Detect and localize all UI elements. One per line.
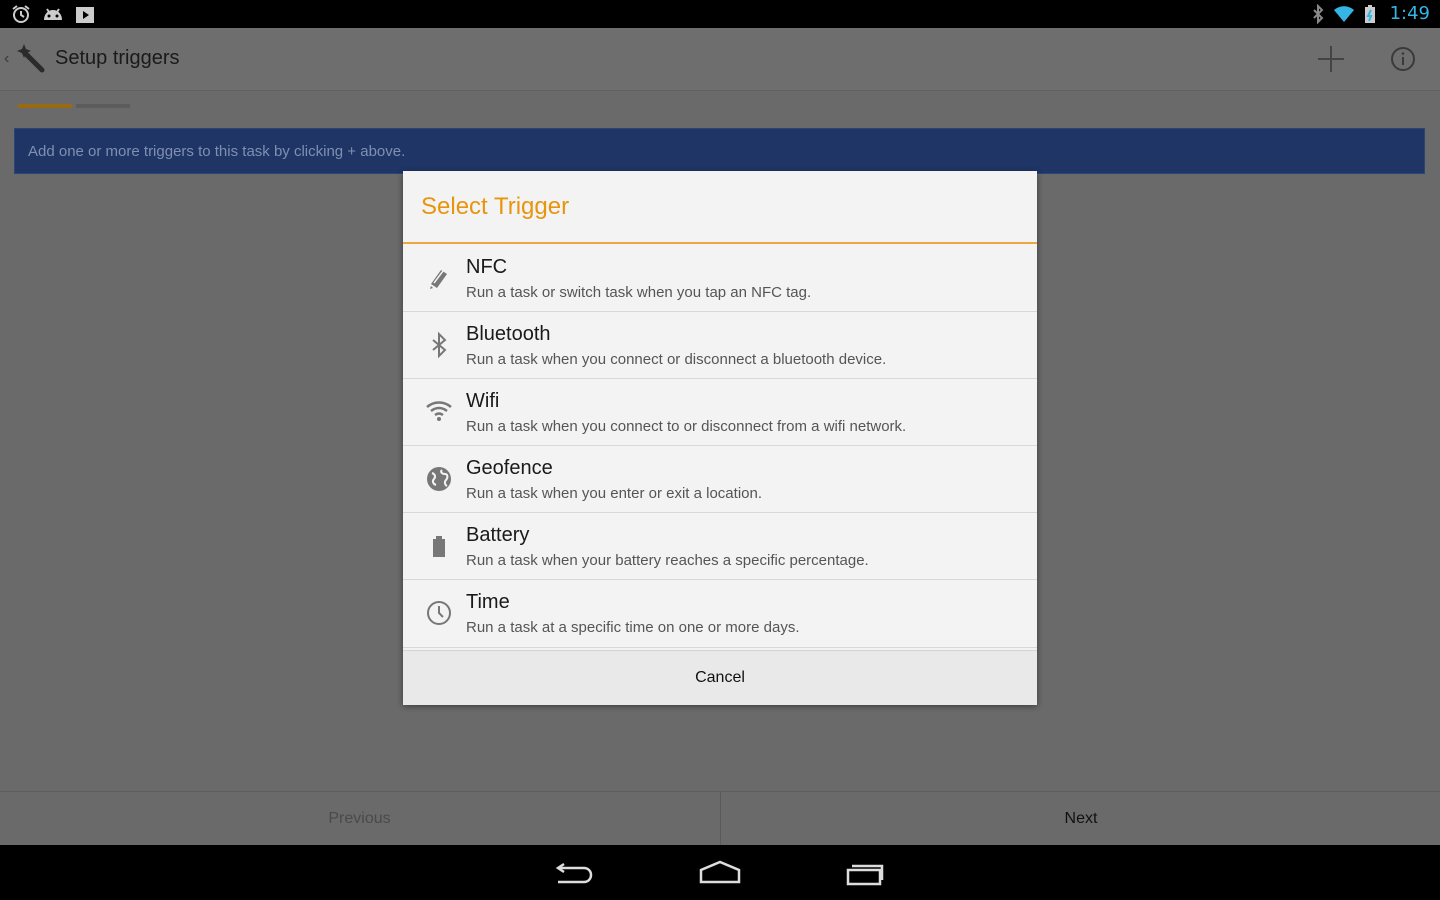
info-icon[interactable] <box>1388 44 1418 74</box>
step-indicator-inactive <box>76 104 130 108</box>
trigger-description: Run a task or switch task when you tap a… <box>466 284 812 301</box>
android-icon <box>44 8 62 20</box>
magic-wand-icon[interactable] <box>16 42 48 74</box>
wifi-icon <box>426 401 452 421</box>
trigger-title: NFC <box>466 256 508 278</box>
next-button[interactable]: Next <box>720 792 1440 846</box>
status-bar: 1:49 <box>0 0 1440 28</box>
navigation-bar <box>0 845 1440 900</box>
back-icon[interactable] <box>554 858 598 888</box>
globe-icon <box>427 467 451 491</box>
trigger-item-battery[interactable]: Battery Run a task when your battery rea… <box>403 513 1037 580</box>
dialog-title-divider <box>403 242 1037 244</box>
bottom-button-bar: Previous Next <box>0 791 1440 846</box>
clock-icon <box>427 601 451 625</box>
previous-button[interactable]: Previous <box>0 792 719 846</box>
dialog-title: Select Trigger <box>421 193 570 220</box>
battery-status-icon <box>1364 4 1375 23</box>
step-indicator-active <box>18 104 72 108</box>
battery-icon <box>433 536 445 557</box>
alarm-icon <box>12 5 30 23</box>
recent-apps-icon[interactable] <box>842 858 888 888</box>
wifi-status-icon <box>1333 5 1354 22</box>
trigger-description: Run a task when you connect or disconnec… <box>466 351 887 368</box>
clock: 1:49 <box>1389 3 1430 24</box>
trigger-item-bluetooth[interactable]: Bluetooth Run a task when you connect or… <box>403 312 1037 379</box>
trigger-item-wifi[interactable]: Wifi Run a task when you connect to or d… <box>403 379 1037 446</box>
play-store-icon <box>76 7 94 23</box>
select-trigger-dialog: Select Trigger NFC Run a task or switch … <box>403 171 1037 705</box>
action-bar: ‹ Setup triggers <box>0 28 1440 91</box>
trigger-item-time[interactable]: Time Run a task at a specific time on on… <box>403 580 1037 648</box>
trigger-title: Battery <box>466 524 530 546</box>
bluetooth-icon <box>432 331 447 359</box>
trigger-title: Time <box>466 591 510 613</box>
info-banner: Add one or more triggers to this task by… <box>14 128 1425 174</box>
trigger-description: Run a task when you enter or exit a loca… <box>466 485 763 502</box>
info-banner-text: Add one or more triggers to this task by… <box>28 143 406 160</box>
up-caret-icon[interactable]: ‹ <box>4 50 9 68</box>
page-title: Setup triggers <box>55 47 180 69</box>
add-icon[interactable] <box>1314 42 1348 76</box>
trigger-title: Wifi <box>466 390 500 412</box>
trigger-title: Geofence <box>466 457 553 479</box>
bluetooth-status-icon <box>1312 3 1323 24</box>
home-icon[interactable] <box>697 858 743 888</box>
trigger-description: Run a task when your battery reaches a s… <box>466 552 869 569</box>
trigger-title: Bluetooth <box>466 323 551 345</box>
nfc-icon <box>430 270 447 289</box>
cancel-button[interactable]: Cancel <box>403 650 1037 705</box>
trigger-description: Run a task when you connect to or discon… <box>466 418 907 435</box>
trigger-description: Run a task at a specific time on one or … <box>466 619 800 636</box>
trigger-item-nfc[interactable]: NFC Run a task or switch task when you t… <box>403 245 1037 312</box>
trigger-item-geofence[interactable]: Geofence Run a task when you enter or ex… <box>403 446 1037 513</box>
